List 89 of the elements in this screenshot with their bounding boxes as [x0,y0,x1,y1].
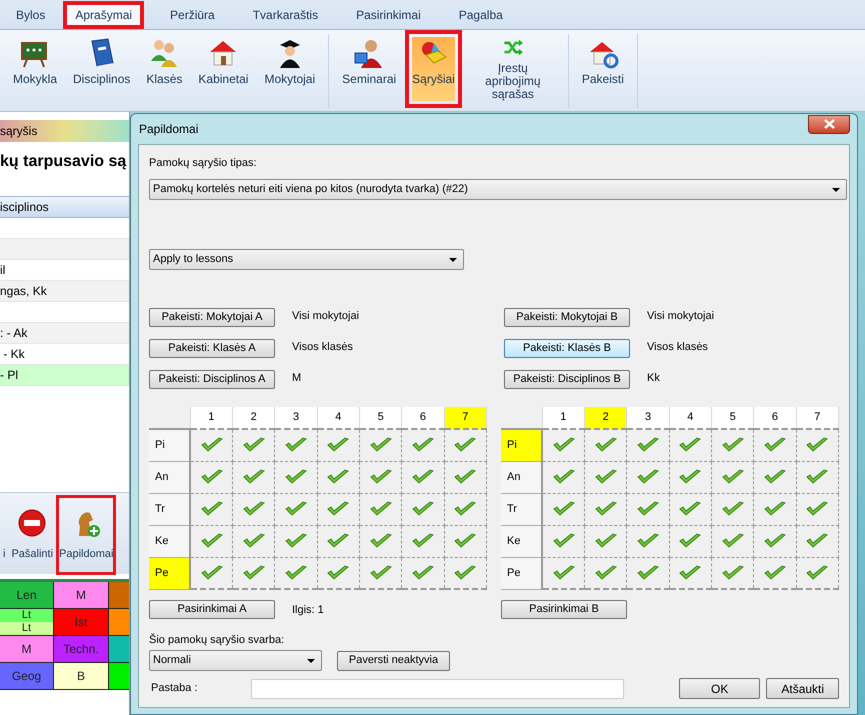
column-header: 4 [669,407,712,429]
field-label: Pastaba : [150,681,198,696]
column-header: 7 [796,407,838,429]
ok-button[interactable]: OK [678,678,760,699]
ribbon-button[interactable]: Įrestų apribojimų sąrašas [464,30,562,108]
column-header: isciplinos [0,196,129,218]
toolbar-button[interactable]: i [0,495,8,575]
row-header: Tr [149,493,190,525]
filter-value: Visos klasės [292,340,353,355]
change-button[interactable]: Pakeisti: Disciplinos A [149,370,275,389]
type-dropdown[interactable]: Pamokų kortelės neturi eiti viena po kitos (nurodyta tvarka) (#22) [149,179,847,200]
column-header: 5 [359,407,402,429]
filter-value: Visi mokytojai [292,309,360,324]
lesson-card: Len [0,582,53,608]
options-button[interactable]: Pasirinkimai B [501,600,627,619]
menu-tab[interactable]: Bylos [4,1,58,29]
change-button[interactable]: Pakeisti: Mokytojai B [504,308,630,327]
menu-tab[interactable]: Pagalba [446,1,515,29]
menu-tab[interactable]: Peržiūra [158,1,227,29]
lesson-card: M [54,582,108,608]
ribbon-button[interactable]: Klasės [139,30,190,108]
row-header: An [501,461,542,493]
lesson-card: M [0,636,53,662]
field-label: Šio pamokų sąryšio svarba: [149,632,286,648]
close-button[interactable] [808,114,850,134]
deactivate-button[interactable]: Paversti neaktyvia [337,650,450,670]
list-row[interactable] [0,239,129,260]
dropdown-arrow-icon [449,258,457,262]
ribbon-button[interactable]: Mokytojai [257,30,322,108]
lesson-card: B [54,663,108,689]
note-input[interactable] [251,678,624,698]
column-header: 3 [626,407,670,429]
close-icon [824,119,834,129]
lesson-card: Geog [0,663,53,689]
dropdown-arrow-icon [832,188,840,192]
row-header: Ke [149,525,190,557]
toolbar-button[interactable]: Papildomai [56,495,116,575]
ribbon-button[interactable]: Disciplinos [66,30,138,108]
cancel-button[interactable]: Atšaukti [766,678,839,699]
minus-icon [17,508,48,538]
menu-tab[interactable]: Pasirinkimai [344,1,433,29]
column-header: 7 [444,407,486,429]
column-header: 2 [584,407,627,429]
ribbon-button[interactable]: Seminarai [335,30,404,108]
field-label: Pamokų sąryšio tipas: [149,156,258,171]
dropdown-arrow-icon [307,658,315,662]
list-row[interactable]: - Pl [0,365,129,386]
menu-tab[interactable]: Tvarkaraštis [240,1,330,29]
ribbon-button[interactable]: Pakeisti [574,30,631,108]
lesson-card: Ist [54,609,108,635]
column-header: 2 [232,407,275,429]
dialog-title: Papildomai [138,121,198,138]
column-header: 6 [402,407,444,429]
menu-tab[interactable]: Aprašymai [63,1,144,29]
lesson-card: Lt [0,622,53,635]
row-header: Pi [149,429,190,461]
column-header: 1 [190,407,233,429]
lesson-card: Lt [0,609,53,622]
row-header: Ke [501,525,542,557]
row-header: Pe [501,557,542,589]
apply-dropdown[interactable]: Apply to lessons [149,249,464,270]
ribbon-button[interactable]: Mokykla [6,30,64,108]
list-row[interactable]: : - Ak [0,323,129,344]
change-button[interactable]: Pakeisti: Klasės B [504,339,630,358]
list-row[interactable]: ngas, Kk [0,281,129,302]
importance-dropdown[interactable]: Normali [149,650,322,671]
column-header: 3 [274,407,318,429]
change-button[interactable]: Pakeisti: Klasės A [149,339,275,358]
filter-value: Visi mokytojai [647,309,714,324]
filter-value: Visos klasės [647,340,708,355]
column-header: 6 [754,407,796,429]
window-title: sąryšis [0,120,129,142]
change-button[interactable]: Pakeisti: Mokytojai A [149,308,275,327]
toolbar-button[interactable]: Pašalinti [8,495,56,575]
column-header: 1 [542,407,585,429]
row-header: An [149,461,190,493]
lesson-card: Techn. [54,636,108,662]
ribbon-button[interactable]: Sąryšiai [405,30,462,108]
change-button[interactable]: Pakeisti: Disciplinos B [504,370,630,389]
filter-value: Kk [647,371,660,386]
filter-value: M [292,371,302,386]
column-header: 4 [317,407,360,429]
column-header: 5 [711,407,754,429]
length-label: Ilgis: 1 [292,603,324,618]
ribbon-button[interactable]: Kabinetai [191,30,256,108]
row-header: Pi [501,429,542,461]
row-header: Tr [501,493,542,525]
row-header: Pe [149,557,190,589]
options-button[interactable]: Pasirinkimai A [149,600,275,619]
